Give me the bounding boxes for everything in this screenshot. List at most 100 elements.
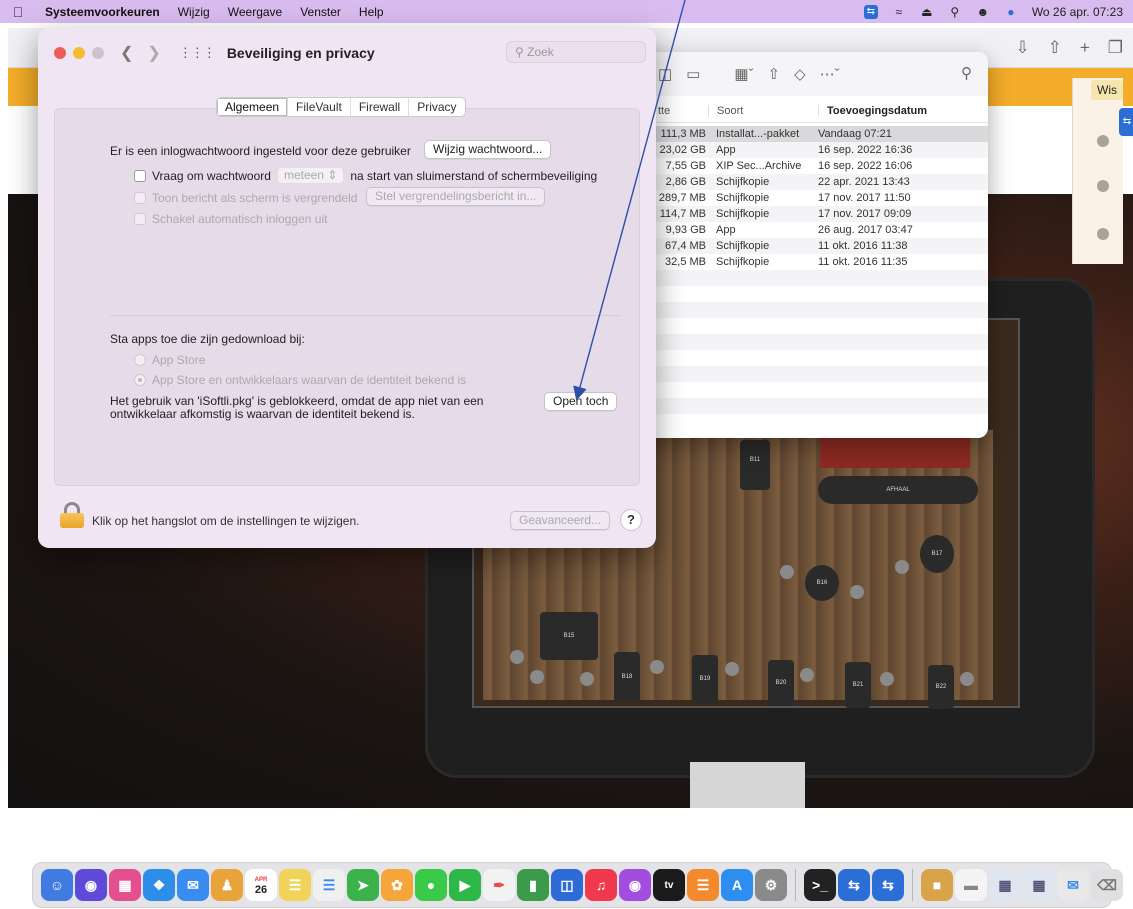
downloads-stack-icon[interactable]: ✉ [1057,869,1089,901]
finder-toolbar: ◫ ▭ ▦ˇ ⇧ ◇ ⋯ˇ ⚲ [610,52,988,96]
share-icon[interactable]: ⇧ [768,65,781,83]
table-row[interactable]: 23,02 GB App 16 sep. 2022 16:36 [610,142,988,158]
minimize-window-button[interactable] [73,47,85,59]
column-header-kind[interactable]: Soort [708,104,818,117]
notes-app-icon[interactable]: ☰ [279,869,311,901]
zoom-window-button[interactable] [92,47,104,59]
share-icon[interactable]: ⇧ [1048,38,1062,58]
auto-login-row: Schakel automatisch inloggen uit [134,212,327,226]
tabs-overview-icon[interactable]: ❐ [1108,38,1123,58]
floor-stool [800,668,814,682]
notification-icon[interactable] [1097,228,1109,240]
siri-app-icon[interactable]: ◉ [75,869,107,901]
menu-item-help[interactable]: Help [350,5,393,19]
show-all-grid-icon[interactable]: ⋮⋮⋮ [179,45,216,61]
gallery-view-icon[interactable]: ▭ [686,65,700,83]
finder-app-icon[interactable]: ☺ [41,869,73,901]
ask-password-checkbox[interactable] [134,169,146,182]
tab-algemeen[interactable]: Algemeen [217,98,289,116]
advanced-button[interactable]: Geavanceerd... [510,511,611,530]
auto-login-checkbox[interactable] [134,213,146,225]
siri-icon[interactable]: ● [1004,5,1018,19]
show-message-checkbox[interactable] [134,192,146,204]
finder-column-headers: tte Soort Toevoegingsdatum [610,99,988,123]
books-app-icon[interactable]: ☰ [687,869,719,901]
music-app-icon[interactable]: ♫ [585,869,617,901]
maps-app-icon[interactable]: ➤ [347,869,379,901]
contacts-app-icon[interactable]: ♟ [211,869,243,901]
close-window-button[interactable] [54,47,66,59]
padlock-icon[interactable] [60,502,84,528]
facetime-app-icon[interactable]: ▶ [449,869,481,901]
safari-app-icon[interactable]: ❖ [143,869,175,901]
search-field[interactable]: ⚲ Zoek [506,41,646,63]
reminders-app-icon[interactable]: ☰ [313,869,345,901]
system-preferences-app-icon[interactable]: ⚙ [755,869,787,901]
floor-stool [880,672,894,686]
tab-filevault[interactable]: FileVault [288,98,351,116]
terminal-app-icon[interactable]: >_ [804,869,836,901]
download-icon[interactable]: ⇩ [1015,38,1029,58]
wifi-icon[interactable]: ≈ [892,5,906,19]
table-row[interactable]: 289,7 MB Schijfkopie 17 nov. 2017 11:50 [610,190,988,206]
table-row[interactable]: 114,7 MB Schijfkopie 17 nov. 2017 09:09 [610,206,988,222]
eject-icon[interactable]: ⏏ [920,5,934,19]
app-store-app-icon[interactable]: A [721,869,753,901]
messages-app-icon[interactable]: ● [415,869,447,901]
table-row[interactable]: 7,55 GB XIP Sec...Archive 16 sep. 2022 16:… [610,158,988,174]
table-row[interactable]: 111,3 MB Installat...-pakket Vandaag 07:21 [610,126,988,142]
app-store-identified-dev-radio[interactable] [134,374,146,386]
set-lock-message-button[interactable]: Stel vergrendelingsbericht in... [366,187,546,206]
teamviewer-status-icon[interactable]: ⇆ [863,4,878,19]
podcasts-app-icon[interactable]: ◉ [619,869,651,901]
columns-view-icon[interactable]: ◫ [658,65,672,83]
clear-notifications-button[interactable]: Wis [1091,80,1123,100]
menu-app-name[interactable]: Systeemvoorkeuren [36,5,169,19]
help-button[interactable]: ? [620,509,642,531]
document-thumbnail-icon[interactable]: ▦ [989,869,1021,901]
installer-package-icon[interactable]: ■ [921,869,953,901]
table-row[interactable]: 67,4 MB Schijfkopie 11 okt. 2016 11:38 [610,238,988,254]
menubar-clock[interactable]: Wo 26 apr. 07:23 [1032,5,1123,19]
calendar-app-icon[interactable]: APR 26 [245,869,277,901]
app-store-radio[interactable] [134,354,146,366]
apple-menu-icon[interactable]:  [0,4,36,20]
search-icon[interactable]: ⚲ [961,64,972,82]
freeform-app-icon[interactable]: ✒ [483,869,515,901]
teamviewer-app-icon[interactable]: ⇆ [838,869,870,901]
numbers-app-icon[interactable]: ▮ [517,869,549,901]
group-by-icon[interactable]: ▦ˇ [734,65,753,83]
keynote-app-icon[interactable]: ◫ [551,869,583,901]
document-thumbnail-icon[interactable]: ▬ [955,869,987,901]
tag-icon[interactable]: ◇ [794,65,806,83]
table-row[interactable]: 32,5 MB Schijfkopie 11 okt. 2016 11:35 [610,254,988,270]
photos-app-icon[interactable]: ✿ [381,869,413,901]
notification-icon[interactable] [1097,180,1109,192]
spotlight-search-icon[interactable]: ⚲ [948,5,962,19]
tab-firewall[interactable]: Firewall [351,98,410,116]
user-status-icon[interactable]: ☻ [976,5,990,19]
menu-item-weergave[interactable]: Weergave [219,5,291,19]
apple-tv-app-icon[interactable]: tv [653,869,685,901]
table-row[interactable]: 2,86 GB Schijfkopie 22 apr. 2021 13:43 [610,174,988,190]
column-header-date-added[interactable]: Toevoegingsdatum [818,104,978,117]
floor-table: B11 [740,440,770,490]
forward-chevron-icon[interactable]: ❯ [147,43,160,63]
launchpad-app-icon[interactable]: ▦ [109,869,141,901]
menu-item-venster[interactable]: Venster [291,5,350,19]
menu-item-wijzig[interactable]: Wijzig [169,5,219,19]
ask-password-delay-select[interactable]: meteen ⇕ [276,167,345,184]
mail-app-icon[interactable]: ✉ [177,869,209,901]
document-thumbnail-icon[interactable]: ▦ [1023,869,1055,901]
table-row[interactable]: 9,93 GB App 26 aug. 2017 03:47 [610,222,988,238]
notification-icon[interactable] [1097,135,1109,147]
new-tab-icon[interactable]: + [1080,38,1090,58]
teamviewer-app-icon[interactable]: ⇆ [872,869,904,901]
more-actions-icon[interactable]: ⋯ˇ [820,65,840,83]
open-anyway-button[interactable]: Open toch [544,392,618,411]
tab-privacy[interactable]: Privacy [409,98,464,116]
trash-icon[interactable]: ⌫ [1091,869,1123,901]
back-chevron-icon[interactable]: ❮ [120,43,133,63]
change-password-button[interactable]: Wijzig wachtwoord... [424,140,552,159]
teamviewer-side-tab-icon[interactable]: ⇆ [1119,108,1133,136]
